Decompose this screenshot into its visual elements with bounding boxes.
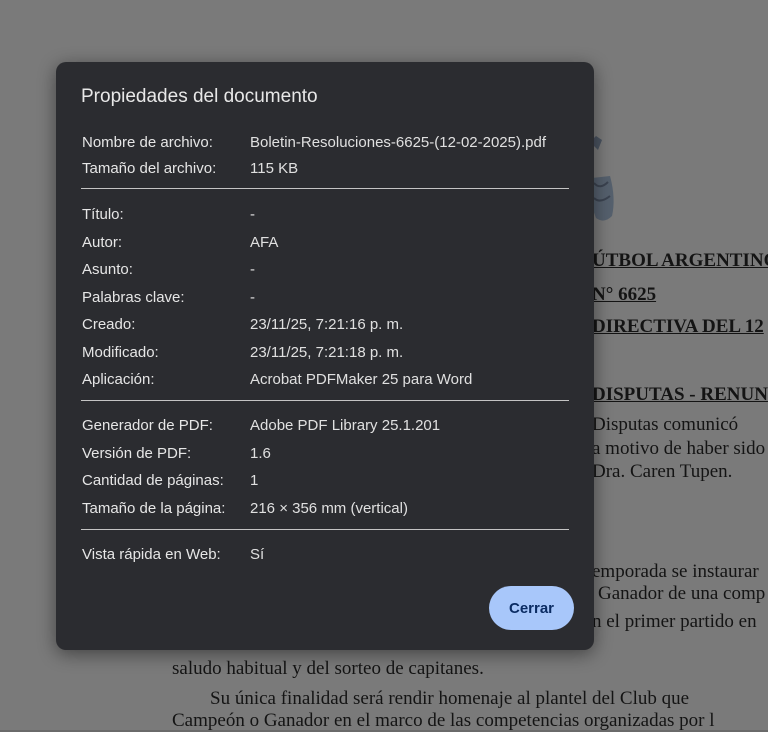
dialog-title: Propiedades del documento — [81, 86, 318, 107]
property-value: Boletin-Resoluciones-6625-(12-02-2025).p… — [250, 133, 547, 151]
doc-line: a motivo de haber sido — [592, 438, 766, 459]
property-value: Sí — [250, 545, 265, 563]
doc-line: Ganador de una comp — [598, 583, 766, 604]
property-label: Nombre de archivo: — [82, 133, 213, 151]
property-row-file-name: Nombre de archivo: Boletin-Resoluciones-… — [82, 132, 546, 152]
section-divider — [81, 188, 569, 189]
property-label: Tamaño de la página: — [82, 499, 226, 517]
property-row-page-size: Tamaño de la página: 216 × 356 mm (verti… — [82, 498, 408, 518]
property-row-title: Título: - — [82, 204, 255, 224]
property-value: 115 KB — [250, 159, 299, 177]
property-value: 23/11/25, 7:21:16 p. m. — [250, 315, 404, 333]
doc-line: DIRECTIVA DEL 12 — [592, 316, 764, 337]
property-label: Palabras clave: — [82, 288, 185, 306]
property-label: Modificado: — [82, 343, 159, 361]
property-label: Creado: — [82, 315, 136, 333]
property-value: 216 × 356 mm (vertical) — [250, 499, 408, 517]
property-row-pdf-version: Versión de PDF: 1.6 — [82, 443, 271, 463]
doc-line: saludo habitual y del sorteo de capitane… — [172, 658, 484, 679]
close-button[interactable]: Cerrar — [489, 586, 574, 630]
doc-line: emporada se instaurar — [592, 561, 759, 582]
property-label: Generador de PDF: — [82, 416, 213, 434]
property-label: Tamaño del archivo: — [82, 159, 217, 177]
doc-line: DISPUTAS - RENUN — [592, 384, 768, 405]
property-label: Vista rápida en Web: — [82, 545, 221, 563]
doc-line: Dra. Caren Tupen. — [592, 461, 733, 482]
property-value: Acrobat PDFMaker 25 para Word — [250, 370, 473, 388]
property-value: AFA — [250, 233, 279, 251]
property-label: Aplicación: — [82, 370, 155, 388]
property-value: 1.6 — [250, 444, 271, 462]
property-row-subject: Asunto: - — [82, 259, 255, 279]
property-value: - — [250, 288, 255, 306]
property-value: - — [250, 205, 255, 223]
property-row-author: Autor: AFA — [82, 232, 278, 252]
property-row-application: Aplicación: Acrobat PDFMaker 25 para Wor… — [82, 369, 472, 389]
doc-line: n el primer partido en — [592, 611, 757, 632]
property-value: - — [250, 260, 255, 278]
property-value: 1 — [250, 471, 259, 489]
document-properties-dialog: Propiedades del documento Nombre de arch… — [56, 62, 594, 650]
property-row-page-count: Cantidad de páginas: 1 — [82, 470, 258, 490]
property-row-file-size: Tamaño del archivo: 115 KB — [82, 158, 298, 178]
property-value: Adobe PDF Library 25.1.201 — [250, 416, 441, 434]
doc-line: Su única finalidad será rendir homenaje … — [210, 688, 690, 709]
property-row-modified: Modificado: 23/11/25, 7:21:18 p. m. — [82, 342, 403, 362]
property-row-pdf-producer: Generador de PDF: Adobe PDF Library 25.1… — [82, 415, 440, 435]
doc-line: Disputas comunicó — [592, 414, 739, 435]
property-row-created: Creado: 23/11/25, 7:21:16 p. m. — [82, 314, 403, 334]
section-divider — [81, 400, 569, 401]
property-label: Título: — [82, 205, 124, 223]
doc-line: ÚTBOL ARGENTINO — [592, 250, 768, 271]
property-value: 23/11/25, 7:21:18 p. m. — [250, 343, 404, 361]
property-label: Cantidad de páginas: — [82, 471, 224, 489]
section-divider — [81, 529, 569, 530]
property-row-keywords: Palabras clave: - — [82, 287, 255, 307]
doc-line: Campeón o Ganador en el marco de las com… — [172, 710, 715, 731]
property-label: Autor: — [82, 233, 123, 251]
property-label: Versión de PDF: — [82, 444, 192, 462]
property-label: Asunto: — [82, 260, 133, 278]
doc-line: N° 6625 — [592, 284, 657, 305]
property-row-fast-web-view: Vista rápida en Web: Sí — [82, 544, 264, 564]
